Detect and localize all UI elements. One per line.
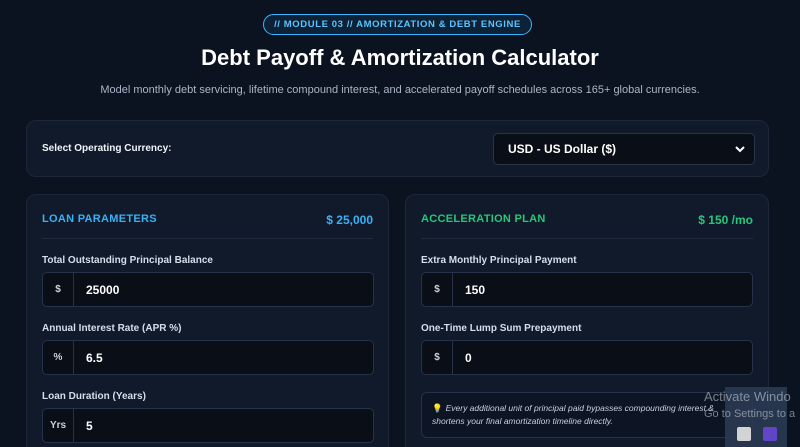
chevron-down-icon <box>735 146 745 153</box>
currency-selected-value: USD - US Dollar ($) <box>508 142 617 156</box>
extra-payment-field[interactable]: $ 150 <box>421 272 753 307</box>
lump-sum-value[interactable]: 0 <box>453 341 752 374</box>
lump-sum-label: One-Time Lump Sum Prepayment <box>421 323 582 334</box>
lump-sum-prefix: $ <box>422 341 453 374</box>
duration-field[interactable]: Yrs 5 <box>42 408 374 443</box>
shield-icon[interactable] <box>737 427 751 441</box>
extra-payment-prefix: $ <box>422 273 453 306</box>
activate-windows-hint: Go to Settings to a <box>704 408 796 420</box>
extra-payment-value[interactable]: 150 <box>453 273 752 306</box>
loan-panel-header: LOAN PARAMETERS $ 25,000 <box>42 213 373 239</box>
lightbulb-icon: 💡 <box>432 403 443 413</box>
acceleration-panel-title: ACCELERATION PLAN <box>421 213 546 225</box>
principal-label: Total Outstanding Principal Balance <box>42 255 213 266</box>
tip-text: Every additional unit of principal paid … <box>432 403 714 426</box>
principal-value[interactable]: 25000 <box>74 273 373 306</box>
acceleration-panel-header: ACCELERATION PLAN $ 150 /mo <box>421 213 753 239</box>
app-icon[interactable] <box>763 427 777 441</box>
duration-prefix: Yrs <box>43 409 74 442</box>
loan-parameters-panel: LOAN PARAMETERS $ 25,000 Total Outstandi… <box>26 194 389 447</box>
extra-payment-label: Extra Monthly Principal Payment <box>421 255 577 266</box>
currency-label: Select Operating Currency: <box>42 143 172 154</box>
page-subtitle: Model monthly debt servicing, lifetime c… <box>100 84 700 96</box>
principal-prefix: $ <box>43 273 74 306</box>
rate-value[interactable]: 6.5 <box>74 341 373 374</box>
rate-prefix: % <box>43 341 74 374</box>
duration-label: Loan Duration (Years) <box>42 391 146 402</box>
module-badge: // MODULE 03 // AMORTIZATION & DEBT ENGI… <box>263 14 532 35</box>
lump-sum-field[interactable]: $ 0 <box>421 340 753 375</box>
currency-card: Select Operating Currency: USD - US Doll… <box>26 120 769 177</box>
rate-label: Annual Interest Rate (APR %) <box>42 323 182 334</box>
page-title: Debt Payoff & Amortization Calculator <box>201 45 599 70</box>
acceleration-summary-value: $ 150 /mo <box>698 213 753 227</box>
principal-field[interactable]: $ 25000 <box>42 272 374 307</box>
duration-value[interactable]: 5 <box>74 409 373 442</box>
interest-rate-field[interactable]: % 6.5 <box>42 340 374 375</box>
activate-windows-watermark: Activate Windo <box>704 389 791 404</box>
loan-summary-value: $ 25,000 <box>326 213 373 227</box>
currency-select[interactable]: USD - US Dollar ($) <box>493 133 755 165</box>
loan-panel-title: LOAN PARAMETERS <box>42 213 157 225</box>
